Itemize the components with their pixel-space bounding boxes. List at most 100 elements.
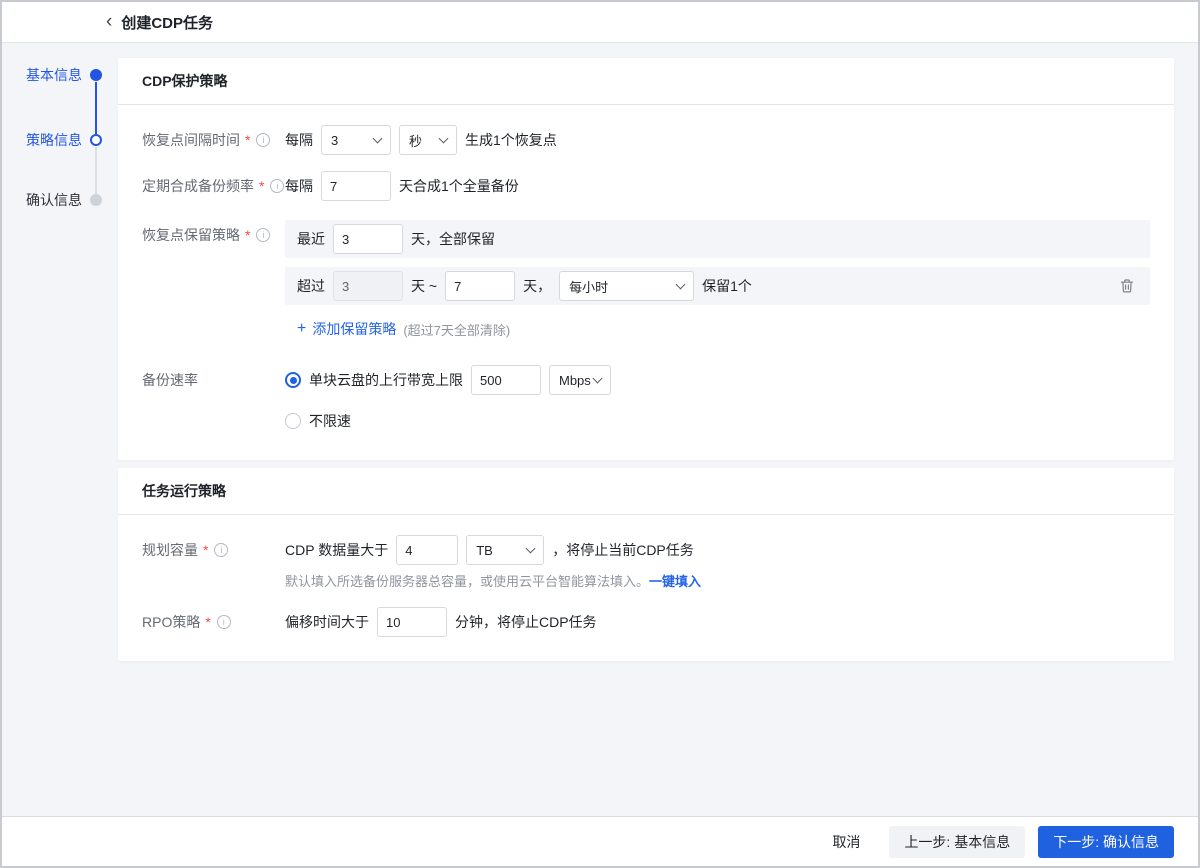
add-link-text: 添加保留策略 — [312, 319, 396, 339]
step-label: 基本信息 — [26, 65, 82, 85]
bandwidth-unit-select[interactable]: Mbps — [549, 365, 611, 395]
info-icon[interactable]: i — [256, 228, 270, 242]
page-title: 创建CDP任务 — [121, 12, 213, 33]
step-dot-current-icon — [90, 134, 102, 146]
form-row-synthesis: 定期合成备份频率 * i 每隔 天合成1个全量备份 — [142, 171, 1150, 201]
page-header: ‹ 创建CDP任务 — [2, 2, 1198, 43]
back-button[interactable]: ‹ 创建CDP任务 — [106, 12, 213, 33]
select-value: 秒 — [409, 131, 422, 150]
trash-icon — [1119, 278, 1135, 294]
label-text: 恢复点间隔时间 — [142, 130, 240, 150]
chevron-down-icon — [526, 543, 536, 553]
interval-label: 恢复点间隔时间 * i — [142, 125, 285, 155]
capacity-value-input[interactable] — [396, 535, 458, 565]
chevron-down-icon — [593, 373, 603, 383]
step-label: 策略信息 — [26, 130, 82, 150]
retention-label: 恢复点保留策略 * i — [142, 220, 285, 250]
chevron-down-icon — [373, 133, 383, 143]
capacity-suffix-text: ，将停止当前CDP任务 — [552, 540, 694, 560]
select-value: TB — [476, 543, 493, 558]
range-sep-text: 天 ~ — [411, 276, 437, 296]
synthesis-prefix-text: 每隔 — [285, 176, 313, 196]
interval-value-select[interactable]: 3 — [321, 125, 391, 155]
one-click-fill-link[interactable]: 一键填入 — [649, 574, 701, 589]
back-chevron-icon: ‹ — [106, 12, 112, 31]
capacity-unit-select[interactable]: TB — [466, 535, 544, 565]
stepper-line-done — [95, 82, 97, 134]
range-from-input — [333, 271, 403, 301]
interval-unit-select[interactable]: 秒 — [399, 125, 457, 155]
stepper-step-policy-info[interactable]: 策略信息 — [26, 130, 102, 150]
add-policy-row: + 添加保留策略 (超过7天全部清除) — [285, 319, 1150, 339]
required-mark: * — [259, 178, 264, 194]
card-title-protection: CDP保护策略 — [118, 58, 1174, 105]
form-main: CDP保护策略 恢复点间隔时间 * i 每隔 3 — [118, 58, 1174, 661]
recent-days-input[interactable] — [333, 224, 403, 254]
create-cdp-task-page: ‹ 创建CDP任务 基本信息 策略信息 确认信息 CDP保护 — [0, 0, 1200, 868]
label-text: 规划容量 — [142, 540, 198, 560]
running-card-body: 规划容量* i CDP 数据量大于 TB ，将停止 — [118, 515, 1174, 661]
rate-limited-option[interactable]: 单块云盘的上行带宽上限 Mbps — [285, 365, 1150, 395]
rate-label: 备份速率 — [142, 365, 285, 395]
info-icon[interactable]: i — [270, 179, 284, 193]
next-step-button[interactable]: 下一步: 确认信息 — [1038, 826, 1174, 858]
label-text: 定期合成备份频率 — [142, 176, 254, 196]
retention-range-rule: 超过 天 ~ 天， 每小时 保留1个 — [285, 267, 1150, 305]
capacity-prefix-text: CDP 数据量大于 — [285, 540, 388, 560]
rpo-label: RPO策略* i — [142, 607, 285, 637]
info-icon[interactable]: i — [214, 543, 228, 557]
plus-icon: + — [297, 321, 306, 337]
info-icon[interactable]: i — [256, 133, 270, 147]
select-value: Mbps — [559, 373, 591, 388]
range-suffix-text: 保留1个 — [702, 276, 752, 296]
range-frequency-select[interactable]: 每小时 — [559, 271, 694, 301]
rpo-prefix-text: 偏移时间大于 — [285, 612, 369, 632]
chevron-down-icon — [439, 133, 449, 143]
stepper-step-confirm-info[interactable]: 确认信息 — [26, 190, 102, 210]
rate-unlimited-option[interactable]: 不限速 — [285, 406, 1150, 436]
card-title-running: 任务运行策略 — [118, 468, 1174, 515]
label-text: RPO策略 — [142, 612, 200, 632]
cancel-button[interactable]: 取消 — [820, 826, 872, 858]
add-policy-note: (超过7天全部清除) — [403, 320, 510, 339]
select-value: 每小时 — [569, 277, 608, 296]
capacity-hint: 默认填入所选备份服务器总容量，或使用云平台智能算法填入。一键填入 — [285, 573, 1150, 591]
interval-content: 每隔 3 秒 生成1个恢复点 — [285, 125, 1150, 155]
task-running-policy-card: 任务运行策略 规划容量 * i CDP 数据量大于 — [118, 468, 1174, 661]
step-label: 确认信息 — [26, 190, 82, 210]
range-to-input[interactable] — [445, 271, 515, 301]
capacity-hint-text: 默认填入所选备份服务器总容量，或使用云平台智能算法填入。 — [285, 574, 649, 589]
synthesis-days-input[interactable] — [321, 171, 391, 201]
label-text: 备份速率 — [142, 370, 198, 390]
required-mark: * — [245, 132, 250, 148]
capacity-label: 规划容量 * i — [142, 535, 285, 565]
select-value: 3 — [331, 133, 338, 148]
rate-limited-label: 单块云盘的上行带宽上限 — [309, 370, 463, 390]
recent-suffix-text: 天，全部保留 — [411, 229, 495, 249]
range-sep2-text: 天， — [523, 276, 551, 296]
interval-suffix-text: 生成1个恢复点 — [465, 130, 557, 150]
retention-content: 最近 天，全部保留 超过 天 ~ 天， — [285, 220, 1150, 339]
required-mark: * — [245, 227, 250, 243]
radio-unselected-icon — [285, 413, 301, 429]
protection-card-body: 恢复点间隔时间 * i 每隔 3 秒 — [118, 105, 1174, 460]
step-dot-pending-icon — [90, 194, 102, 206]
synthesis-content: 每隔 天合成1个全量备份 — [285, 171, 1150, 201]
rpo-minutes-input[interactable] — [377, 607, 447, 637]
info-icon[interactable]: i — [217, 615, 231, 629]
bandwidth-limit-input[interactable] — [471, 365, 541, 395]
delete-rule-button[interactable] — [1118, 277, 1136, 295]
stepper-line-pending — [95, 147, 97, 194]
rpo-suffix-text: 分钟，将停止CDP任务 — [455, 612, 597, 632]
synthesis-suffix-text: 天合成1个全量备份 — [399, 176, 519, 196]
radio-selected-icon — [285, 372, 301, 388]
rpo-content: 偏移时间大于 分钟，将停止CDP任务 — [285, 607, 1150, 637]
label-text: 恢复点保留策略 — [142, 225, 240, 245]
form-row-interval: 恢复点间隔时间 * i 每隔 3 秒 — [142, 125, 1150, 155]
stepper-step-basic-info[interactable]: 基本信息 — [26, 65, 102, 85]
synthesis-label: 定期合成备份频率 * i — [142, 171, 285, 201]
interval-prefix-text: 每隔 — [285, 130, 313, 150]
prev-step-button[interactable]: 上一步: 基本信息 — [889, 826, 1025, 858]
required-mark: * — [203, 542, 208, 558]
add-retention-policy-link[interactable]: + 添加保留策略 — [297, 319, 396, 339]
